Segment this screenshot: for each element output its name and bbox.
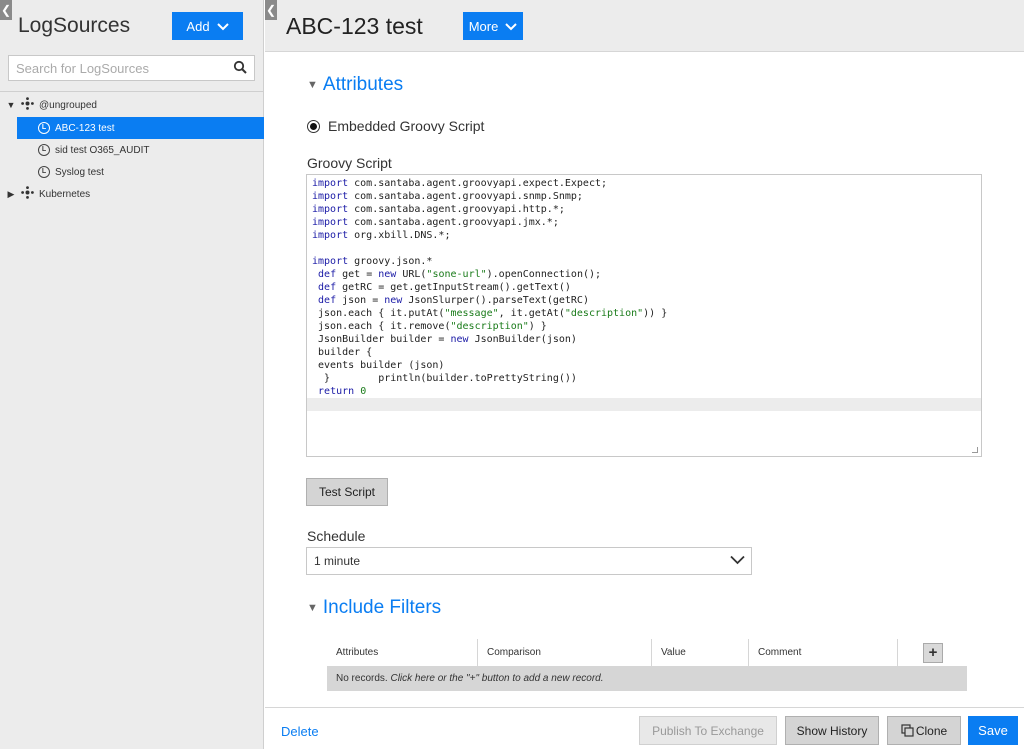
tree-group-ungrouped[interactable]: ▼ @ungrouped: [0, 94, 97, 116]
caret-down-icon: ▼: [307, 79, 318, 91]
add-record-link[interactable]: Click here or the "+" button to add a ne…: [390, 673, 603, 684]
tree-group-kubernetes[interactable]: ▶ Kubernetes: [0, 183, 90, 205]
logsource-icon: L: [38, 122, 50, 134]
search-box: [8, 55, 255, 81]
test-script-button[interactable]: Test Script: [306, 478, 388, 506]
code-line: json.each { it.putAt("message", it.getAt…: [312, 308, 668, 319]
code-line: import com.santaba.agent.groovyapi.expec…: [312, 178, 608, 189]
code-line: builder {: [312, 347, 373, 358]
code-line: import com.santaba.agent.groovyapi.http.…: [312, 204, 565, 215]
group-icon: [21, 186, 34, 202]
sidebar-title: LogSources: [18, 14, 131, 37]
code-line: import com.santaba.agent.groovyapi.snmp.…: [312, 191, 583, 202]
groovy-script-label: Groovy Script: [307, 155, 392, 171]
schedule-label: Schedule: [307, 528, 366, 544]
page-header: ❮ ABC-123 test More: [265, 0, 1024, 52]
schedule-select[interactable]: 1 minute: [306, 547, 752, 575]
clone-button[interactable]: Clone: [887, 716, 961, 745]
column-header-comment[interactable]: Comment: [749, 639, 898, 666]
add-record-button[interactable]: +: [923, 642, 943, 663]
tree-item-sid-test[interactable]: L sid test O365_AUDIT: [0, 139, 149, 161]
no-records-text: No records.: [336, 673, 388, 684]
sidebar: ❮ LogSources Add ▼ @ungrouped L ABC-123 …: [0, 0, 264, 749]
code-line: } println(builder.toPrettyString()): [312, 373, 577, 384]
column-header-value[interactable]: Value: [652, 639, 749, 666]
show-history-button[interactable]: Show History: [785, 716, 879, 745]
tree-group-label: @ungrouped: [39, 99, 97, 111]
code-line: JsonBuilder builder = new JsonBuilder(js…: [312, 334, 577, 345]
code-line: events builder (json): [312, 360, 445, 371]
more-button-label: More: [468, 18, 499, 34]
page-title: ABC-123 test: [286, 13, 423, 39]
embedded-script-radio-row[interactable]: Embedded Groovy Script: [307, 118, 484, 134]
logsource-icon: L: [38, 144, 50, 156]
embedded-script-radio[interactable]: [307, 119, 320, 133]
column-header-comparison[interactable]: Comparison: [478, 639, 652, 666]
include-filters-section-header[interactable]: ▼ Include Filters: [307, 597, 441, 619]
tree-item-label: Syslog test: [55, 166, 104, 178]
app-window: ❮ LogSources Add ▼ @ungrouped L ABC-123 …: [0, 0, 1024, 749]
main-panel: ❮ ABC-123 test More ▼ Attributes Embedde…: [265, 0, 1024, 749]
resize-handle-icon[interactable]: [972, 447, 978, 453]
clone-icon: [901, 724, 914, 737]
group-icon: [21, 97, 34, 113]
search-icon[interactable]: [233, 60, 248, 80]
chevron-down-icon: [730, 554, 745, 568]
filters-table: Attributes Comparison Value Comment + No…: [327, 639, 967, 691]
groovy-script-editor[interactable]: import com.santaba.agent.groovyapi.expec…: [306, 174, 982, 457]
add-button[interactable]: Add: [172, 12, 243, 40]
no-records-row[interactable]: No records. Click here or the "+" button…: [327, 666, 967, 691]
caret-down-icon[interactable]: ▼: [4, 100, 18, 110]
logsource-icon: L: [38, 166, 50, 178]
save-button[interactable]: Save: [968, 716, 1018, 745]
more-button[interactable]: More: [463, 12, 523, 40]
tree-item-label: ABC-123 test: [55, 122, 115, 134]
footer-bar: Delete Publish To Exchange Show History …: [265, 707, 1024, 749]
sidebar-divider: [0, 91, 264, 92]
collapse-sidebar-icon[interactable]: ❮: [0, 0, 12, 20]
code-line: def get = new URL("sone-url").openConnec…: [318, 269, 602, 280]
chevron-down-icon: [505, 19, 518, 34]
publish-to-exchange-button[interactable]: Publish To Exchange: [639, 716, 777, 745]
code-line: json.each { it.remove("description") }: [312, 321, 547, 332]
attributes-section-header[interactable]: ▼ Attributes: [307, 74, 403, 96]
add-button-label: Add: [186, 18, 210, 34]
tree-group-label: Kubernetes: [39, 188, 91, 200]
code-line: import groovy.json.*: [312, 256, 433, 267]
code-line: import org.xbill.DNS.*;: [312, 230, 451, 241]
code-lines: import com.santaba.agent.groovyapi.expec…: [307, 175, 981, 413]
column-header-attributes[interactable]: Attributes: [327, 639, 478, 666]
chevron-down-icon: [216, 19, 229, 34]
tree-item-abc-123-test[interactable]: L ABC-123 test: [17, 117, 264, 139]
tree-item-label: sid test O365_AUDIT: [55, 144, 150, 156]
code-line: return 0: [318, 386, 367, 397]
code-line: [307, 398, 981, 411]
caret-right-icon[interactable]: ▶: [4, 189, 18, 200]
code-line: import com.santaba.agent.groovyapi.jmx.*…: [312, 217, 559, 228]
embedded-script-label: Embedded Groovy Script: [328, 118, 485, 134]
code-line: def json = new JsonSlurper().parseText(g…: [318, 295, 589, 306]
include-filters-section-title: Include Filters: [322, 597, 442, 618]
clone-button-label: Clone: [915, 723, 948, 738]
collapse-panel-icon[interactable]: ❮: [265, 0, 277, 20]
filters-table-header: Attributes Comparison Value Comment +: [327, 639, 967, 666]
tree-item-syslog-test[interactable]: L Syslog test: [0, 161, 104, 183]
schedule-value: 1 minute: [314, 554, 361, 568]
caret-down-icon: ▼: [307, 602, 318, 614]
search-input[interactable]: [9, 56, 254, 80]
code-line: def getRC = get.getInputStream().getText…: [318, 282, 571, 293]
attributes-section-title: Attributes: [322, 74, 404, 95]
delete-button[interactable]: Delete: [281, 724, 319, 739]
